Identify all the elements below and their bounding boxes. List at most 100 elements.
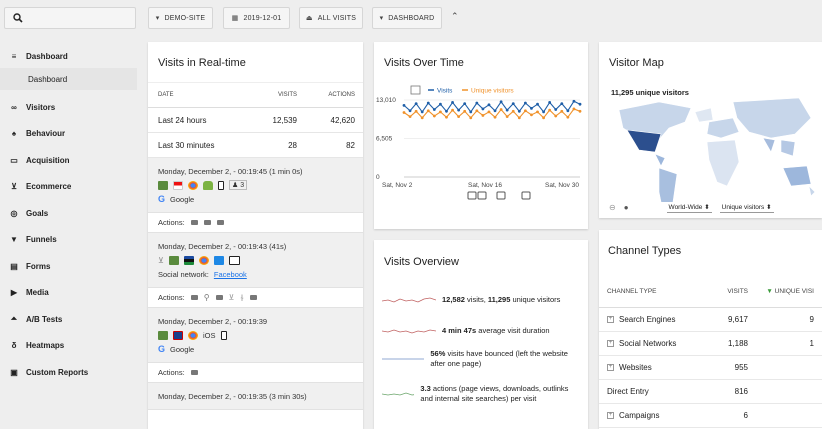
table-row[interactable]: Direct Entry 816 — [599, 380, 822, 404]
data-point[interactable] — [523, 101, 527, 105]
annotation-icon[interactable] — [496, 191, 506, 200]
data-point[interactable] — [572, 107, 576, 111]
data-point[interactable] — [554, 108, 558, 111]
data-point[interactable] — [493, 115, 497, 119]
data-point[interactable] — [481, 114, 485, 117]
sidebar-item-ab-tests[interactable]: ⏶ A/B Tests — [0, 306, 137, 333]
data-point[interactable] — [432, 114, 436, 118]
data-point[interactable] — [511, 102, 515, 106]
data-point[interactable] — [463, 102, 467, 106]
sidebar-item-funnels[interactable]: ▼ Funnels — [0, 227, 137, 254]
search-input[interactable] — [4, 7, 136, 29]
region-select[interactable]: World-Wide ⬍ — [666, 202, 712, 213]
data-point[interactable] — [445, 115, 448, 119]
data-point[interactable] — [505, 115, 509, 119]
data-point[interactable] — [530, 106, 533, 110]
visit-entry[interactable]: Monday, December 2, - 00:19:45 (1 min 0s… — [148, 158, 363, 213]
sidebar-subitem-dashboard[interactable]: Dashboard — [0, 68, 137, 90]
data-point[interactable] — [572, 99, 576, 103]
sparkline-duration[interactable] — [382, 326, 436, 336]
visit-entry[interactable]: Monday, December 2, - 00:19:39 iOS G Goo… — [148, 308, 363, 363]
sidebar-item-goals[interactable]: ◎ Goals — [0, 200, 137, 227]
column-header[interactable]: CHANNEL TYPE — [607, 288, 688, 295]
data-point[interactable] — [499, 100, 503, 104]
data-point[interactable] — [566, 115, 570, 119]
event-icon[interactable]: ⫳ — [240, 293, 243, 303]
annotation-icon[interactable] — [467, 191, 477, 200]
series-line-visits[interactable] — [403, 100, 581, 113]
data-point[interactable] — [578, 102, 582, 106]
data-point[interactable] — [499, 108, 503, 111]
collapse-chevron-icon[interactable]: ⌃ — [451, 11, 459, 22]
data-point[interactable] — [432, 108, 436, 111]
folder-icon[interactable] — [249, 295, 257, 300]
data-point[interactable] — [475, 101, 479, 105]
folder-icon[interactable] — [190, 295, 198, 300]
data-point[interactable] — [402, 103, 406, 107]
data-point[interactable] — [439, 110, 442, 114]
data-point[interactable] — [548, 108, 552, 112]
data-point[interactable] — [463, 109, 467, 113]
data-point[interactable] — [445, 109, 448, 113]
data-point[interactable] — [542, 116, 545, 120]
expand-icon[interactable]: + — [607, 316, 614, 323]
dashboard-selector-button[interactable]: ▾ DASHBOARD — [372, 7, 442, 29]
visitor-profile-icon[interactable] — [158, 180, 168, 190]
sidebar-item-ecommerce[interactable]: ⊻ Ecommerce — [0, 174, 137, 201]
sidebar-item-visitors[interactable]: ∞ Visitors — [0, 94, 137, 121]
data-point[interactable] — [505, 108, 509, 112]
data-point[interactable] — [414, 109, 418, 113]
data-point[interactable] — [566, 109, 570, 113]
sparkline-actions[interactable] — [382, 389, 415, 399]
data-point[interactable] — [554, 114, 558, 118]
data-point[interactable] — [426, 109, 430, 113]
annotation-icon[interactable] — [521, 191, 531, 200]
expand-icon[interactable]: + — [607, 412, 614, 419]
sidebar-item-heatmaps[interactable]: δ Heatmaps — [0, 333, 137, 360]
series-line-unique-visitors[interactable] — [403, 108, 581, 119]
data-point[interactable] — [536, 102, 539, 106]
data-point[interactable] — [439, 102, 442, 106]
data-point[interactable] — [542, 110, 545, 114]
cart-icon[interactable]: ⊻ — [229, 293, 235, 302]
sparkline-visits[interactable] — [382, 295, 436, 305]
data-point[interactable] — [493, 109, 497, 113]
segment-selector-button[interactable]: ⏏ ALL VISITS — [299, 7, 363, 29]
data-point[interactable] — [523, 109, 527, 113]
sidebar-item-media[interactable]: ▶ Media — [0, 280, 137, 307]
table-row[interactable]: + Search Engines 9,617 9 — [599, 308, 822, 332]
sparkline-bounce[interactable] — [382, 354, 425, 364]
sidebar-item-dashboard[interactable]: ≡ Dashboard — [0, 44, 137, 68]
table-row[interactable]: + Campaigns 6 — [599, 404, 822, 428]
site-selector-button[interactable]: ▾ DEMO-SITE — [148, 7, 213, 29]
sidebar-item-forms[interactable]: ▤ Forms — [0, 253, 137, 280]
data-point[interactable] — [420, 110, 424, 114]
data-point[interactable] — [457, 108, 461, 112]
data-point[interactable] — [487, 110, 491, 114]
data-point[interactable] — [408, 109, 412, 113]
data-point[interactable] — [530, 113, 533, 117]
data-point[interactable] — [408, 115, 412, 119]
data-point[interactable] — [536, 110, 539, 114]
sidebar-item-behaviour[interactable]: ♠ Behaviour — [0, 121, 137, 148]
expand-icon[interactable]: + — [607, 340, 614, 347]
folder-icon[interactable] — [215, 295, 223, 300]
source-link[interactable]: Facebook — [214, 270, 247, 279]
metric-select[interactable]: Unique visitors ⬍ — [719, 202, 774, 213]
sidebar-item-acquisition[interactable]: ▭ Acquisition — [0, 147, 137, 174]
column-header-sorted[interactable]: ▼ UNIQUE VISI — [748, 288, 814, 295]
folder-icon[interactable] — [190, 220, 198, 225]
zoom-out-icon[interactable]: ⊖ — [609, 203, 616, 212]
data-point[interactable] — [451, 108, 454, 112]
data-point[interactable] — [420, 116, 424, 120]
table-row[interactable]: + Social Networks 1,188 1 — [599, 332, 822, 356]
data-point[interactable] — [560, 102, 564, 106]
sidebar-item-custom-reports[interactable]: ▣ Custom Reports — [0, 359, 137, 386]
data-point[interactable] — [578, 109, 582, 113]
data-point[interactable] — [560, 109, 564, 113]
data-point[interactable] — [402, 111, 406, 114]
table-row[interactable]: + Websites 955 — [599, 356, 822, 380]
data-point[interactable] — [517, 109, 521, 113]
data-point[interactable] — [481, 107, 485, 111]
export-icon[interactable] — [410, 85, 421, 95]
